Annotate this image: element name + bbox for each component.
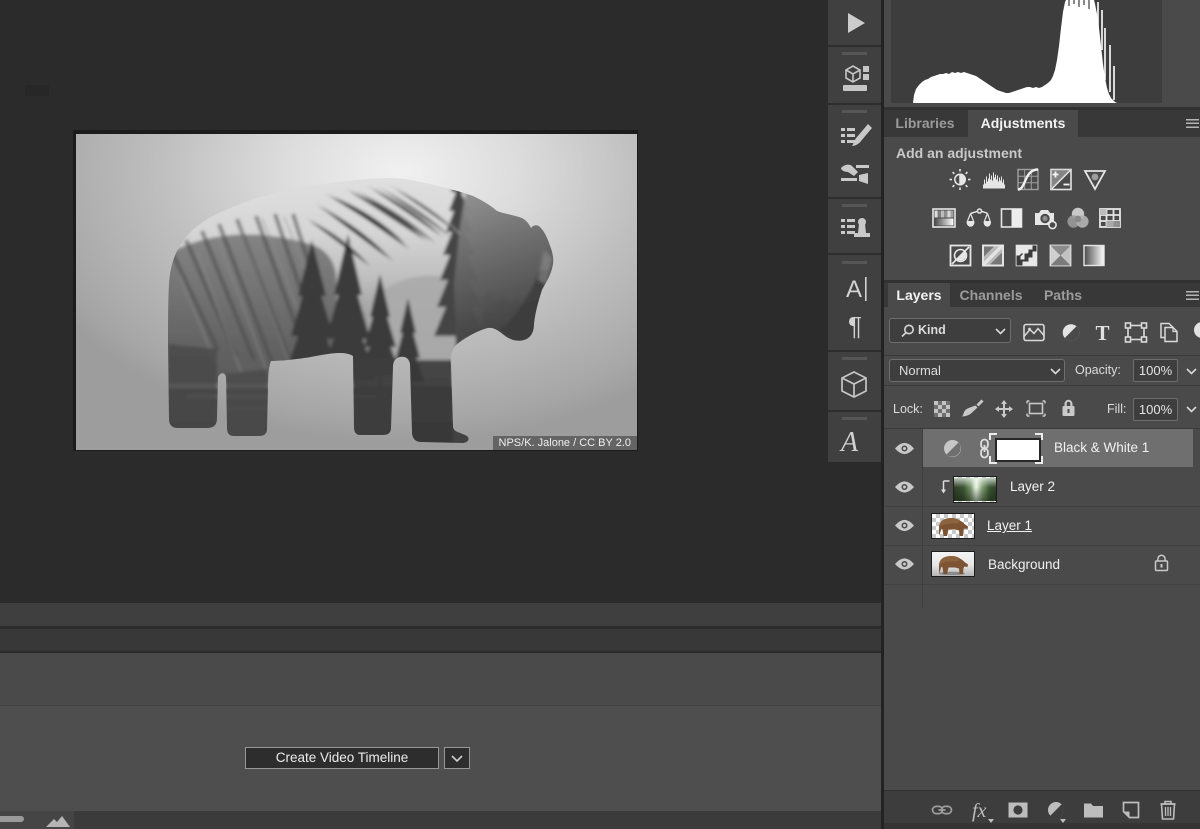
svg-text:A: A	[846, 276, 862, 303]
svg-text:A: A	[839, 427, 859, 458]
svg-text:fx: fx	[972, 800, 987, 822]
svg-text:¶: ¶	[848, 311, 862, 341]
svg-text:T: T	[1096, 321, 1110, 345]
